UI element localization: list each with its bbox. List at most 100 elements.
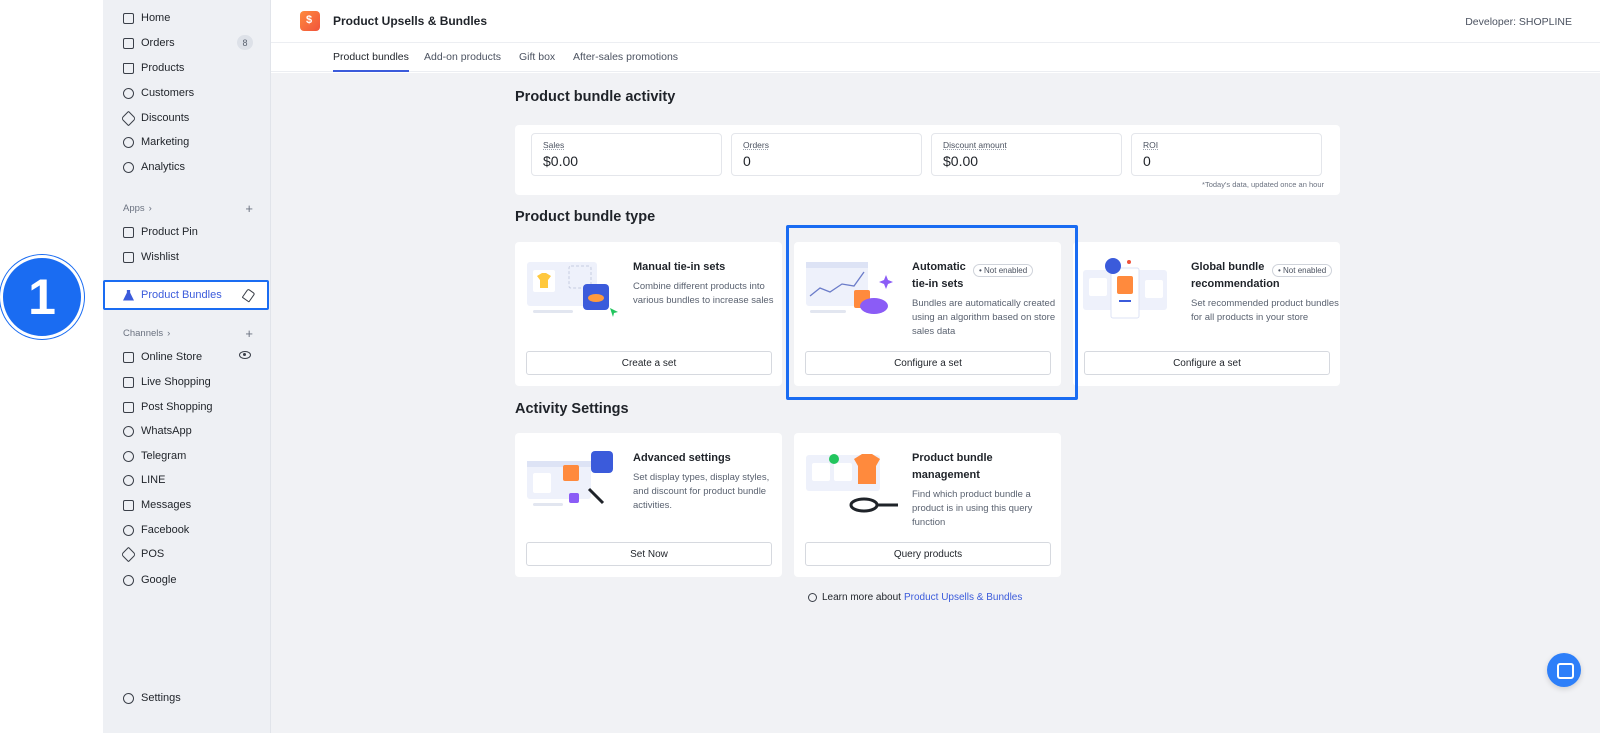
add-channel-plus-icon[interactable]: +	[245, 327, 253, 340]
main-content: Product bundle activity Sales $0.00 Orde…	[271, 73, 1600, 733]
automatic-card-highlight	[786, 225, 1078, 400]
analytics-icon	[123, 161, 134, 173]
sidebar-item-label: Telegram	[141, 450, 187, 462]
app-header: Product Upsells & Bundles Developer: SHO…	[271, 0, 1600, 43]
create-a-set-button[interactable]: Create a set	[526, 351, 772, 375]
stat-value: 0	[1143, 153, 1151, 169]
stat-label: ROI	[1143, 140, 1159, 150]
tab-after-sales-promotions[interactable]: After-sales promotions	[573, 51, 678, 63]
telegram-icon	[123, 450, 134, 462]
sidebar-item-wishlist[interactable]: Wishlist	[123, 247, 259, 267]
channels-group-title[interactable]: Channels › +	[123, 327, 259, 340]
tab-product-bundles[interactable]: Product bundles	[333, 51, 409, 72]
query-products-button[interactable]: Query products	[805, 542, 1051, 566]
post-shopping-icon	[123, 401, 134, 413]
live-shopping-icon	[123, 376, 134, 388]
stat-value: $0.00	[543, 153, 579, 169]
developer-label: Developer: SHOPLINE	[1465, 16, 1572, 28]
sidebar-item-post-shopping[interactable]: Post Shopping	[123, 397, 259, 417]
facebook-icon	[123, 524, 134, 536]
card-title: Manual tie-in sets	[633, 261, 726, 273]
activity-section-title: Product bundle activity	[515, 89, 676, 105]
sidebar-item-google[interactable]: Google	[123, 570, 259, 590]
sidebar-item-analytics[interactable]: Analytics	[123, 157, 259, 177]
manual-tie-in-card: Manual tie-in sets Combine different pro…	[515, 242, 782, 386]
sidebar-item-customers[interactable]: Customers	[123, 83, 259, 103]
sidebar-item-label: Product Pin	[141, 226, 198, 238]
pos-icon	[120, 546, 137, 562]
stat-label: Orders	[743, 140, 769, 150]
app-logo-bag-icon	[300, 11, 320, 31]
sidebar-item-label: Discounts	[141, 112, 190, 124]
home-icon	[123, 12, 134, 24]
chevron-right-icon: ›	[167, 328, 171, 339]
step-1-marker: 1	[0, 255, 84, 339]
line-icon	[123, 474, 134, 486]
customers-icon	[123, 87, 134, 99]
advanced-settings-illustration	[527, 451, 613, 506]
sidebar-item-product-bundles[interactable]: Product Bundles	[103, 280, 269, 310]
sidebar-item-marketing[interactable]: Marketing	[123, 132, 259, 152]
app-window: Home Orders 8 Products Customers Discoun…	[0, 0, 1600, 733]
sidebar-item-label: LINE	[141, 474, 166, 486]
product-bundle-management-card: Product bundle management Find which pro…	[794, 433, 1061, 577]
bundle-type-section-title: Product bundle type	[515, 209, 656, 225]
activity-settings-section-title: Activity Settings	[515, 401, 629, 417]
stat-roi: ROI 0	[1131, 133, 1322, 176]
sidebar-item-home[interactable]: Home	[123, 8, 259, 28]
whatsapp-icon	[123, 425, 134, 437]
sidebar-item-label: Google	[141, 574, 177, 586]
stat-discount-amount: Discount amount $0.00	[931, 133, 1122, 176]
orders-count-badge: 8	[237, 35, 253, 50]
tab-gift-box[interactable]: Gift box	[519, 51, 555, 63]
stat-label: Sales	[543, 140, 565, 150]
apps-group-label: Apps	[123, 203, 145, 214]
apps-group-title[interactable]: Apps › +	[123, 202, 259, 215]
stat-value: $0.00	[943, 153, 979, 169]
global-bundle-illustration	[1083, 258, 1167, 319]
card-description: Find which product bundle a product is i…	[912, 489, 1033, 528]
stat-orders: Orders 0	[731, 133, 922, 176]
sidebar-item-products[interactable]: Products	[123, 58, 259, 78]
card-description: Set recommended product bundles for all …	[1191, 298, 1339, 323]
marketing-icon	[123, 136, 134, 148]
messages-icon	[123, 499, 134, 511]
tab-add-on-products[interactable]: Add-on products	[424, 51, 501, 63]
pin-icon[interactable]	[241, 288, 256, 303]
not-enabled-badge: • Not enabled	[1272, 264, 1333, 277]
sidebar-item-line[interactable]: LINE	[123, 470, 259, 490]
card-description: Combine different products into various …	[633, 281, 774, 306]
sidebar-item-messages[interactable]: Messages	[123, 495, 259, 515]
chat-support-icon[interactable]	[1547, 653, 1581, 687]
learn-more-link[interactable]: Product Upsells & Bundles	[904, 592, 1022, 603]
sidebar-item-label: Orders	[141, 37, 175, 49]
sidebar-item-live-shopping[interactable]: Live Shopping	[123, 372, 259, 392]
sidebar-item-facebook[interactable]: Facebook	[123, 520, 259, 540]
learn-more-row: Learn more about Product Upsells & Bundl…	[808, 592, 1022, 603]
sidebar-item-product-pin[interactable]: Product Pin	[123, 222, 259, 242]
sidebar-item-pos[interactable]: POS	[120, 544, 259, 564]
sidebar-item-telegram[interactable]: Telegram	[123, 446, 259, 466]
sidebar-item-label: WhatsApp	[141, 425, 192, 437]
sidebar-item-orders[interactable]: Orders 8	[123, 33, 259, 53]
advanced-settings-card: Advanced settings Set display types, dis…	[515, 433, 782, 577]
chevron-right-icon: ›	[148, 203, 152, 214]
sidebar-item-label: Marketing	[141, 136, 190, 148]
stat-value: 0	[743, 153, 751, 169]
global-bundle-recommendation-card: Global bundle recommendation • Not enabl…	[1073, 242, 1340, 386]
sidebar-item-label: Customers	[141, 87, 195, 99]
configure-a-set-button[interactable]: Configure a set	[1084, 351, 1330, 375]
card-title: Product bundle management	[912, 452, 993, 481]
sidebar-item-discounts[interactable]: Discounts	[120, 108, 259, 128]
stat-label: Discount amount	[943, 140, 1007, 150]
eye-icon[interactable]	[239, 351, 251, 359]
sidebar-item-whatsapp[interactable]: WhatsApp	[123, 421, 259, 441]
stats-card: Sales $0.00 Orders 0 Discount amount $0.…	[515, 125, 1340, 195]
sidebar-item-label: Post Shopping	[141, 401, 213, 413]
stats-note: *Today's data, updated once an hour	[1202, 180, 1324, 189]
add-app-plus-icon[interactable]: +	[245, 202, 253, 215]
card-description: Set display types, display styles, and d…	[633, 472, 770, 511]
sidebar-item-online-store[interactable]: Online Store	[123, 347, 259, 367]
set-now-button[interactable]: Set Now	[526, 542, 772, 566]
sidebar-item-settings[interactable]: Settings	[123, 688, 259, 708]
